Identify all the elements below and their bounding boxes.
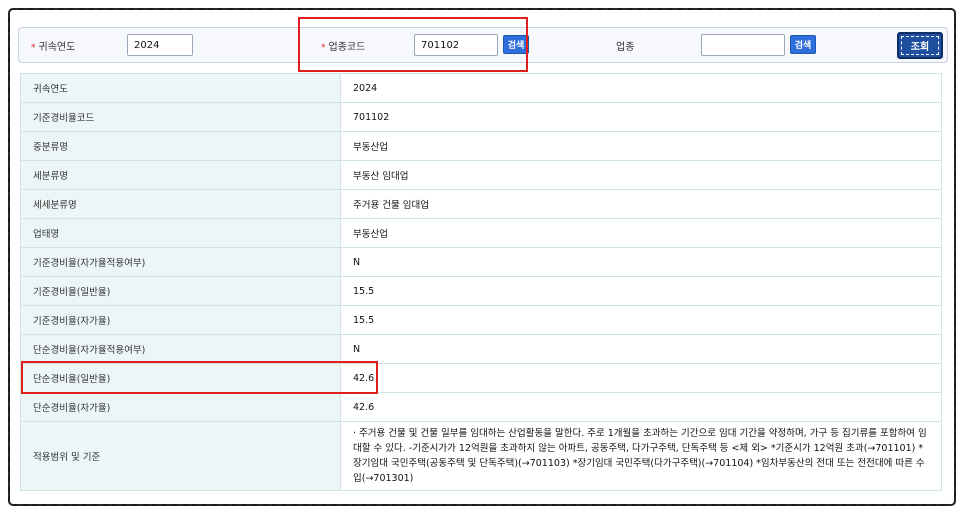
- table-row: 단순경비율(자가율적용여부) N: [20, 334, 942, 364]
- row-label: 기준경비율(일반율): [20, 276, 341, 306]
- row-value: N: [340, 247, 942, 277]
- table-row: 세분류명 부동산 임대업: [20, 160, 942, 190]
- required-marker: *: [31, 43, 36, 53]
- row-label: 기준경비율(자가율): [20, 305, 341, 335]
- row-label: 세분류명: [20, 160, 341, 190]
- year-label-text: 귀속연도: [38, 42, 76, 53]
- table-row: 세세분류명 주거용 건물 임대업: [20, 189, 942, 219]
- row-value: 부동산 임대업: [340, 160, 942, 190]
- industry-label: 업종: [616, 42, 635, 53]
- code-label: * 업종코드: [321, 38, 365, 53]
- row-label: 기준경비율코드: [20, 102, 341, 132]
- result-table: 귀속연도 2024 기준경비율코드 701102 중분류명 부동산업 세분류명 부동산 …: [20, 73, 942, 491]
- table-row: 귀속연도 2024: [20, 73, 942, 103]
- year-input[interactable]: [127, 34, 193, 56]
- table-row: 중분류명 부동산업: [20, 131, 942, 161]
- row-value: 42.6: [340, 392, 942, 422]
- code-label-text: 업종코드: [328, 42, 366, 53]
- row-label: 업태명: [20, 218, 341, 248]
- table-row: 기준경비율코드 701102: [20, 102, 942, 132]
- table-row: 단순경비율(일반율) 42.6: [20, 363, 942, 393]
- table-row: 적용범위 및 기준 · 주거용 건물 및 건물 일부를 임대하는 산업활동을 말한…: [20, 421, 942, 491]
- table-row: 단순경비율(자가율) 42.6: [20, 392, 942, 422]
- row-value: N: [340, 334, 942, 364]
- required-marker: *: [321, 43, 326, 53]
- query-button[interactable]: 조회: [897, 32, 943, 59]
- row-label: 단순경비율(자가율): [20, 392, 341, 422]
- row-value: 2024: [340, 73, 942, 103]
- page-frame: *귀속연도 *업종코드 검색 업종 검색 조회 귀속연도2024 기준경비율코드…: [8, 8, 956, 506]
- row-label: 단순경비율(자가율적용여부): [20, 334, 341, 364]
- industry-input[interactable]: [701, 34, 785, 56]
- table-row: 기준경비율(일반율) 15.5: [20, 276, 942, 306]
- row-value-scope: · 주거용 건물 및 건물 일부를 임대하는 산업활동을 말한다. 주로 1개월…: [340, 421, 942, 491]
- row-value: 701102: [340, 102, 942, 132]
- year-label: * 귀속연도: [31, 38, 75, 53]
- row-value: 42.6: [340, 363, 942, 393]
- table-row: 기준경비율(자가율) 15.5: [20, 305, 942, 335]
- row-value: 15.5: [340, 276, 942, 306]
- row-value: 부동산업: [340, 218, 942, 248]
- row-label: 적용범위 및 기준: [20, 421, 341, 491]
- row-label: 기준경비율(자가율적용여부): [20, 247, 341, 277]
- table-row: 기준경비율(자가율적용여부) N: [20, 247, 942, 277]
- industry-search-button[interactable]: 검색: [790, 35, 816, 54]
- code-input[interactable]: [414, 34, 498, 56]
- row-label: 세세분류명: [20, 189, 341, 219]
- code-search-button[interactable]: 검색: [503, 35, 529, 54]
- table-row: 업태명 부동산업: [20, 218, 942, 248]
- row-value: 주거용 건물 임대업: [340, 189, 942, 219]
- row-label: 귀속연도: [20, 73, 341, 103]
- search-bar: *귀속연도 *업종코드 검색 업종 검색 조회: [18, 27, 948, 63]
- row-value: 15.5: [340, 305, 942, 335]
- row-label: 중분류명: [20, 131, 341, 161]
- row-value: 부동산업: [340, 131, 942, 161]
- row-label: 단순경비율(일반율): [20, 363, 341, 393]
